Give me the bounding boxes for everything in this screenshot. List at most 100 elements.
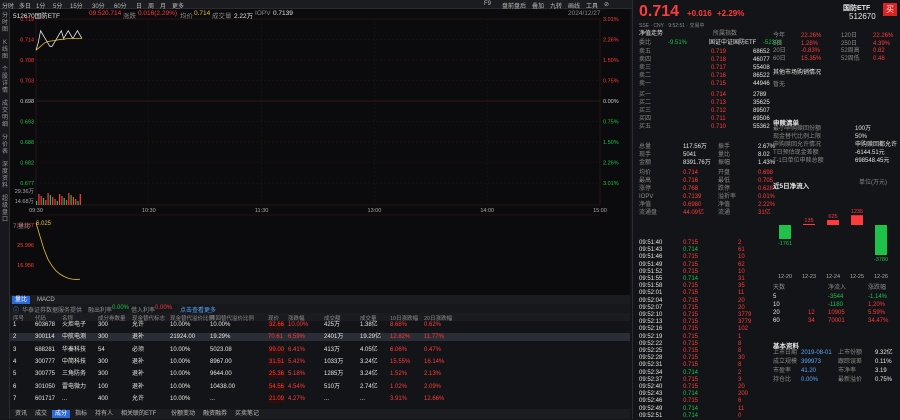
net-link[interactable]: 净值走势 (639, 31, 663, 38)
table-cell: 10.00% (288, 322, 309, 328)
table-cell: 1.52% (390, 371, 408, 378)
table-cell: 2401万 (324, 334, 344, 341)
ratio-value: 0.00% (112, 305, 130, 311)
ft-head: 天数 (773, 285, 786, 291)
bottom-tab-1[interactable]: 成交 (32, 410, 50, 418)
tick-time: 09:52:31 (639, 362, 663, 369)
bottom-tab-4[interactable]: 持有人 (92, 410, 116, 418)
tick-vol: 200 (738, 391, 749, 398)
tick-price: 0.715 (683, 376, 699, 383)
table-cell: 2.13% (424, 371, 442, 378)
stat-value: 5041 (683, 152, 697, 158)
tick-time: 09:52:49 (639, 405, 663, 412)
tick-time: 09:51:40 (639, 240, 663, 246)
q-value: 0.716 (683, 178, 699, 184)
tick-time: 09:52:22 (639, 340, 663, 347)
table-row[interactable]: 5 300775 三角防务 300 退补 10.00% 9644.00 25.36 5.18% 1… (10, 370, 630, 379)
vol-bar-15 (70, 195, 72, 205)
table-row[interactable]: 3 688281 华秦科技 54 必须 10.00% 5023.08 99.00 6.41% 41… (10, 345, 630, 354)
ask-label: 卖五 (639, 49, 652, 55)
table-row[interactable]: 2 300114 中航电测 300 退补 21924.00 19.29% 70.61 6.59%… (10, 333, 630, 342)
table-cell: 2.74亿 (360, 383, 378, 390)
sidebar-item-0[interactable]: 分时图 (1, 13, 9, 34)
ask-vol: 44946 (753, 81, 770, 87)
perf-value2: 22.26% (873, 33, 894, 39)
bottom-tab-7[interactable]: 融资融券 (200, 410, 230, 418)
intraday-chart[interactable]: 512670国防ETF 09:52 0.714 涨跌 0.016(2.29%) … (10, 9, 630, 295)
vol-bar-5 (47, 193, 49, 205)
table-row[interactable]: 4 300777 中简科技 300 退补 10.00% 8967.00 31.51 5.42% 1… (10, 357, 630, 366)
table-cell: 2 (13, 334, 17, 341)
perf-value2: 0.48 (873, 55, 885, 62)
base-value2: 0.11% (875, 359, 892, 365)
sidebar-item-6[interactable]: 超级盘口 (1, 196, 9, 224)
constituents-table[interactable]: 1 603678 火炬电子 300 允许 10.00% 10.00% 32.66 10.00% 4… (10, 321, 630, 409)
tick-time: 09:52:16 (639, 326, 663, 333)
q-label: 涨停 (639, 186, 652, 192)
info-label: T日预估现金差额 (773, 150, 819, 156)
sidebar-item-5[interactable]: 深度资料 (1, 162, 9, 190)
bid-price: 0.711 (711, 116, 726, 122)
sub-value: 6.025 (36, 221, 52, 227)
ask-vol: 86522 (753, 73, 770, 79)
panel-tab-0[interactable]: 量比 (12, 296, 31, 304)
tick-price: 0.715 (683, 326, 699, 333)
table-row[interactable]: 6 301050 雷电微力 100 退补 10.00% 10438.00 54.56 4.54%… (10, 382, 630, 391)
bottom-tab-5[interactable]: 相关联的ETF (118, 410, 159, 418)
base-label: 上市日期 (773, 350, 798, 356)
right-panel-content: 净值走势 所属指数 委比 -9.51% 国证中证国防ETF -52396 卖五 0.719 68… (633, 0, 900, 419)
y-right-2: 1.50% (603, 58, 619, 64)
panel-tab-1[interactable]: MACD (34, 296, 58, 304)
q-label: IOPV (639, 194, 654, 200)
toolbar-tool-6[interactable]: ⊘ (604, 1, 609, 8)
table-cell: 退补 (132, 358, 145, 365)
table-cell: 1 (13, 322, 17, 328)
tick-price: 0.714 (683, 247, 699, 254)
tick-vol: 30 (738, 355, 745, 362)
bottom-tab-8[interactable]: 买卖笔记 (232, 410, 262, 418)
base-value: 41.20 (801, 368, 817, 374)
tick-price: 0.715 (683, 333, 699, 340)
bottom-tab-2[interactable]: 成分 (52, 410, 71, 418)
sidebar-item-4[interactable]: 分价表 (1, 135, 9, 156)
table-row[interactable]: 7 601717... 400 允许 10.00%... 21.09 4.27%......… (10, 394, 630, 403)
sidebar-item-1[interactable]: K线图 (1, 40, 9, 61)
vol-bar-4 (45, 200, 47, 205)
table-row[interactable]: 1 603678 火炬电子 300 允许 10.00% 10.00% 32.66 10.00% 4… (10, 321, 630, 329)
y-right-1: 2.26% (603, 38, 619, 44)
table-cell: 6.59% (288, 334, 306, 341)
bottom-tab-3[interactable]: 指标 (72, 410, 90, 418)
y-right-7: 2.26% (603, 161, 619, 167)
table-cell: 10.00% (170, 322, 191, 328)
bid-label: 买二 (639, 100, 652, 106)
table-cell: 9644.00 (210, 371, 232, 378)
chart-canvas: 0.719 3.01% 0.714 2.26% 0.708 1.50% 0.703 0.75%… (15, 17, 619, 280)
ft-head: 涨跌幅 (868, 285, 887, 291)
sidebar-item-3[interactable]: 成交明细 (1, 101, 9, 129)
table-cell: 5.42% (288, 358, 306, 365)
tick-price: 0.715 (683, 362, 699, 369)
x-tick-1: 10:30 (142, 208, 156, 214)
tick-price: 0.715 (683, 340, 699, 347)
ask-vol: 46077 (753, 57, 770, 63)
x-tick-5: 15:00 (593, 208, 607, 214)
vol-bar-2 (40, 196, 42, 205)
table-cell: 7 (13, 395, 17, 402)
bottom-tab-6[interactable]: 份额变动 (168, 410, 198, 418)
perf-label: 60日 (773, 55, 786, 62)
tick-time: 09:51:49 (639, 261, 663, 268)
sidebar-item-2[interactable]: 个股详情 (1, 67, 9, 95)
tick-vol: 102 (738, 326, 749, 333)
table-cell: 425万 (324, 322, 341, 328)
tick-vol: 10 (738, 268, 745, 275)
tick-price: 0.715 (683, 240, 699, 246)
toolbar-tool-0[interactable]: F9 (484, 1, 491, 7)
table-cell: 603678 (35, 322, 56, 328)
bottom-tab-0[interactable]: 资讯 (12, 410, 30, 418)
y-right-6: 1.50% (603, 140, 619, 146)
ask-vol: 55408 (753, 65, 770, 71)
stat-label2: 量比 (718, 152, 731, 158)
tick-time: 09:52:40 (639, 384, 663, 390)
y-left-2: 0.708 (20, 58, 34, 64)
ft-net: 70001 (828, 318, 845, 324)
